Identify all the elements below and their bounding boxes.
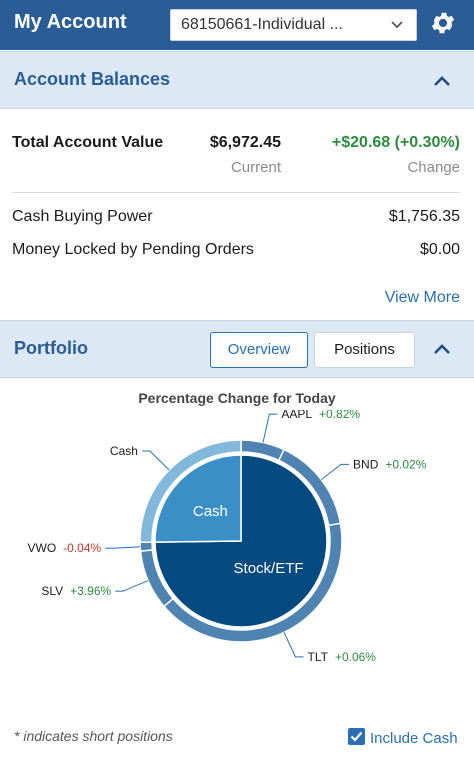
page-title: My Account bbox=[14, 11, 127, 33]
view-more-link[interactable]: View More bbox=[385, 289, 460, 307]
change-value: +$20.68 (+0.30%) bbox=[331, 134, 460, 151]
account-balances-header[interactable]: Account Balances bbox=[0, 51, 474, 109]
chevron-down-icon bbox=[391, 21, 403, 29]
callout-label-bnd: BND +0.02% bbox=[353, 457, 427, 471]
total-account-value: $6,972.45 bbox=[209, 134, 281, 151]
callout-change: -0.04% bbox=[63, 541, 101, 555]
portfolio-pie-chart: Stock/ETF Cash AAPL +0.82% BND +0.02% TLT +0.06… bbox=[28, 410, 427, 664]
pending-orders-value: $0.00 bbox=[419, 241, 460, 258]
cash-buying-power-label: Cash Buying Power bbox=[12, 208, 153, 225]
portfolio-title: Portfolio bbox=[14, 338, 88, 358]
total-value-caption: Current bbox=[230, 159, 281, 176]
gear-icon[interactable] bbox=[429, 9, 457, 37]
account-balances-title: Account Balances bbox=[14, 69, 171, 89]
include-cash-label[interactable]: Include Cash bbox=[370, 730, 458, 747]
outer-slice-vwo bbox=[139, 541, 154, 552]
collapse-caret-icon[interactable] bbox=[433, 343, 451, 355]
change-caption: Change bbox=[407, 159, 460, 176]
callout-label-cash: Cash bbox=[110, 444, 138, 458]
divider bbox=[12, 192, 460, 193]
inner-label-cash: Cash bbox=[193, 503, 228, 520]
callout-ticker: BND bbox=[353, 457, 379, 471]
callout-line-aapl bbox=[262, 413, 278, 443]
tab-overview[interactable]: Overview bbox=[210, 332, 308, 368]
include-cash-checkbox[interactable] bbox=[348, 728, 365, 745]
portfolio-header: Portfolio Overview Positions bbox=[0, 320, 474, 378]
callout-ticker: AAPL bbox=[281, 410, 312, 421]
account-select-value: 68150661-Individual ... bbox=[181, 16, 343, 33]
checkmark-icon bbox=[350, 731, 363, 742]
callout-ticker: VWO bbox=[28, 541, 57, 555]
tab-positions[interactable]: Positions bbox=[314, 332, 415, 368]
callout-line-slv bbox=[115, 580, 149, 592]
callout-line-vwo bbox=[105, 546, 141, 549]
chart-title: Percentage Change for Today bbox=[138, 390, 336, 406]
callout-line-bnd bbox=[320, 463, 350, 480]
short-positions-note: * indicates short positions bbox=[14, 728, 173, 744]
callout-line-cash bbox=[141, 450, 170, 471]
collapse-caret-icon[interactable] bbox=[433, 75, 451, 87]
callout-label-slv: SLV +3.96% bbox=[41, 584, 111, 598]
callout-label-vwo: VWO -0.04% bbox=[28, 541, 102, 555]
callout-label-aapl: AAPL +0.82% bbox=[281, 410, 360, 421]
top-bar: My Account 68150661-Individual ... bbox=[0, 0, 474, 50]
cash-buying-power-value: $1,756.35 bbox=[388, 208, 460, 225]
callout-change: +0.06% bbox=[335, 650, 376, 664]
callout-change: +3.96% bbox=[70, 584, 111, 598]
callout-ticker: TLT bbox=[307, 650, 328, 664]
callout-ticker: SLV bbox=[41, 584, 63, 598]
inner-label-stock-etf: Stock/ETF bbox=[234, 560, 304, 577]
account-select[interactable]: 68150661-Individual ... bbox=[170, 9, 417, 41]
callout-ticker: Cash bbox=[110, 444, 138, 458]
callout-line-tlt bbox=[283, 632, 304, 658]
callout-change: +0.82% bbox=[319, 410, 360, 421]
inner-slice-cash bbox=[154, 454, 242, 543]
pending-orders-label: Money Locked by Pending Orders bbox=[12, 241, 254, 258]
total-account-value-label: Total Account Value bbox=[12, 134, 164, 151]
callout-label-tlt: TLT +0.06% bbox=[307, 650, 376, 664]
callout-change: +0.02% bbox=[385, 457, 426, 471]
